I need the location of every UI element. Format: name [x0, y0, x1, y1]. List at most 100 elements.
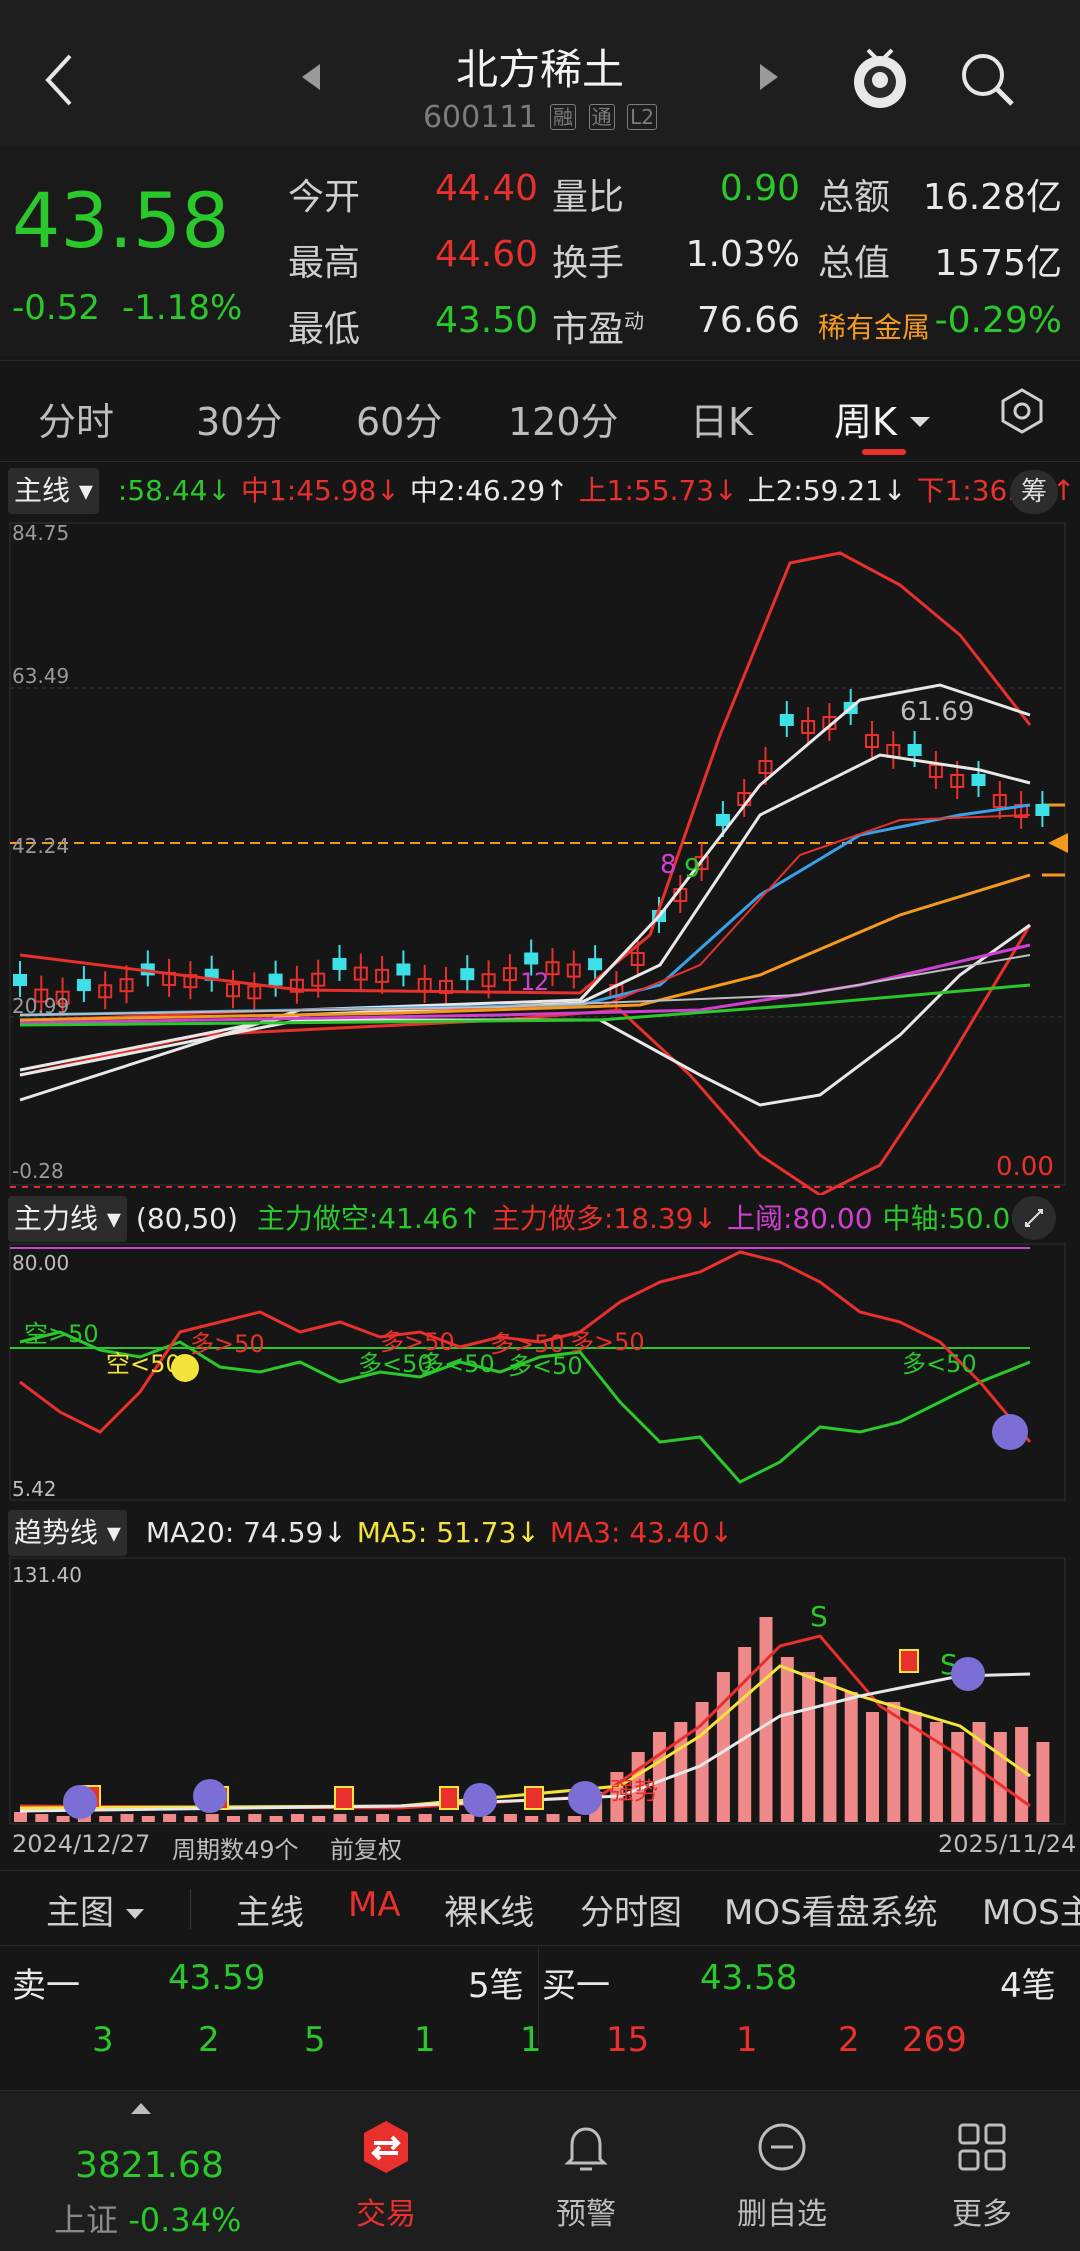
- quote-key: 最高: [288, 243, 361, 284]
- force-param: (80,50): [135, 1202, 238, 1235]
- main-chart-dropdown[interactable]: 主图: [46, 1885, 145, 1934]
- quote-key: 今开: [288, 177, 361, 218]
- trend-bar: [248, 1814, 262, 1822]
- sell-level-5: 1: [520, 2020, 542, 2060]
- force-annotation: 空>50: [24, 1320, 99, 1348]
- toolbar-divider: [190, 1889, 191, 1929]
- next-stock-icon[interactable]: [758, 62, 780, 96]
- toolbar-item-mos-system[interactable]: MOS看盘系统: [724, 1885, 938, 1934]
- y-axis-low: 20.99: [12, 994, 69, 1018]
- toolbar-item-mainline[interactable]: 主线: [236, 1885, 304, 1934]
- sad-face-icon: [463, 1783, 497, 1817]
- nav-trade-label: 交易: [356, 2197, 416, 2232]
- sell-signal: S: [810, 1600, 828, 1633]
- trend-bar: [802, 1672, 816, 1822]
- seq-label-1: 1: [520, 968, 535, 996]
- tag-l2: L2: [627, 104, 658, 130]
- quote-value: 76.66: [696, 300, 800, 341]
- tab-intraday[interactable]: 分时: [38, 391, 114, 446]
- trend-chart[interactable]: SS 131.40 强势: [0, 1556, 1080, 1826]
- quote-value: 0.90: [719, 168, 800, 209]
- force-chart[interactable]: 空>50空<50多>50多<50多>50多<50多>50多<50多>50多<50…: [0, 1242, 1080, 1502]
- candle-body: [1035, 804, 1050, 816]
- trend-frame: [9, 1557, 1066, 1825]
- buy-signal: [524, 1786, 544, 1810]
- trend-bar: [397, 1816, 411, 1822]
- force-indicator-selector[interactable]: 主力线 ▾: [8, 1196, 127, 1242]
- candle-body: [460, 968, 475, 981]
- buy1-price[interactable]: 43.58: [700, 1958, 797, 1998]
- expand-icon[interactable]: [1012, 1196, 1056, 1240]
- tab-30min[interactable]: 30分: [196, 391, 282, 446]
- trend-bar: [951, 1732, 965, 1822]
- index-name: 上证: [54, 2201, 119, 2239]
- legend-item: 中2:46.29↑: [409, 474, 569, 507]
- toolbar-item-mos-main[interactable]: MOS主: [982, 1885, 1080, 1934]
- indicator-line: [19, 551, 1032, 995]
- toolbar-item-timeshare[interactable]: 分时图: [580, 1885, 682, 1934]
- tab-120min[interactable]: 120分: [508, 391, 619, 446]
- legend-item: 中1:45.98↓: [240, 474, 400, 507]
- force-legend-row: 主力线 ▾ (80,50) 主力做空:41.46↑ 主力做多:18.39↓ 上阈:8…: [0, 1196, 1080, 1242]
- sell-level-3: 5: [304, 2020, 326, 2060]
- main-indicator-selector[interactable]: 主线 ▾: [8, 468, 99, 514]
- toolbar-item-ma[interactable]: MA: [348, 1885, 401, 1925]
- trend-bar: [99, 1816, 113, 1822]
- sell-level-4: 1: [414, 2020, 436, 2060]
- legend-item: MA5: 51.73↓: [356, 1516, 540, 1549]
- trend-bar: [56, 1816, 70, 1822]
- search-icon[interactable]: [958, 50, 1018, 114]
- indicator-lines-group: [19, 551, 1032, 1195]
- orderbook: 卖一 43.59 5笔 买一 43.58 4笔 3 2 5 1 1 15 1 2…: [0, 1945, 1080, 2086]
- sad-face-icon: [193, 1779, 227, 1813]
- force-annotation: 空<50: [106, 1350, 181, 1378]
- time-axis: 2024/12/27 周期数49个 前复权 2025/11/24: [0, 1826, 1080, 1864]
- sad-face-icon: [951, 1657, 985, 1691]
- candle-body: [332, 957, 347, 970]
- bottom-nav: 3821.68 上证 -0.34% 交易 预警 删自选 更多: [0, 2090, 1080, 2251]
- main-chart-dropdown-label: 主图: [46, 1893, 114, 1933]
- quote-value: 1.03%: [685, 234, 800, 275]
- trend-indicator-selector[interactable]: 趋势线 ▾: [8, 1510, 127, 1556]
- quote-key: 总额: [818, 177, 891, 218]
- sell1-price[interactable]: 43.59: [168, 1958, 265, 1998]
- tab-weekly[interactable]: 周K: [834, 391, 931, 446]
- nav-alert[interactable]: 预警: [516, 2119, 656, 2233]
- trend-bar: [461, 1814, 475, 1822]
- legend-item: 中轴:50.00: [882, 1202, 1029, 1235]
- trend-bar: [227, 1816, 240, 1822]
- tab-daily[interactable]: 日K: [690, 391, 753, 446]
- index-ticker[interactable]: 3821.68 上证 -0.34%: [30, 2091, 260, 2251]
- chevron-down-icon: [125, 1909, 144, 1919]
- stock-name: 北方稀土: [455, 45, 624, 94]
- tag-margin: 融: [550, 104, 577, 130]
- candle-body: [971, 774, 986, 786]
- sell1-label: 卖一: [12, 1966, 80, 2006]
- y-axis-current: 42.24: [12, 834, 69, 858]
- stock-code: 600111: [422, 100, 538, 135]
- nav-remove-watch[interactable]: 删自选: [712, 2119, 852, 2233]
- trend-bar: [418, 1814, 432, 1822]
- nav-trade[interactable]: 交易: [316, 2119, 456, 2233]
- tab-weekly-label: 周K: [834, 400, 897, 444]
- candles-group: [13, 689, 1050, 1016]
- trend-bar: [1036, 1742, 1050, 1822]
- tab-60min[interactable]: 60分: [356, 391, 442, 446]
- chip-distribution-button[interactable]: 筹: [1010, 470, 1058, 514]
- trend-bar: [993, 1732, 1007, 1822]
- toolbar-item-naked-k[interactable]: 裸K线: [444, 1885, 534, 1934]
- quote-key: 量比: [552, 177, 625, 218]
- nav-remove-watch-label: 删自选: [737, 2197, 827, 2232]
- buy1-label: 买一: [542, 1966, 610, 2006]
- kline-main-chart[interactable]: 84.75 63.49 42.24 20.99 -0.28 0.00 61.69…: [0, 515, 1080, 1195]
- force-y-top: 80.00: [12, 1251, 69, 1275]
- indicator-line: [19, 924, 1032, 1195]
- sell-level-1: 3: [92, 2020, 114, 2060]
- nav-more[interactable]: 更多: [912, 2119, 1052, 2233]
- settings-hex-icon[interactable]: [998, 387, 1046, 439]
- mascot-icon[interactable]: [848, 42, 912, 116]
- index-value: 3821.68: [75, 2145, 224, 2186]
- period-tabs: 分时 30分 60分 120分 日K 周K: [0, 360, 1080, 462]
- legend-item: 主力做多:18.39↓: [491, 1202, 717, 1235]
- trend-selector-label: 趋势线: [14, 1516, 99, 1549]
